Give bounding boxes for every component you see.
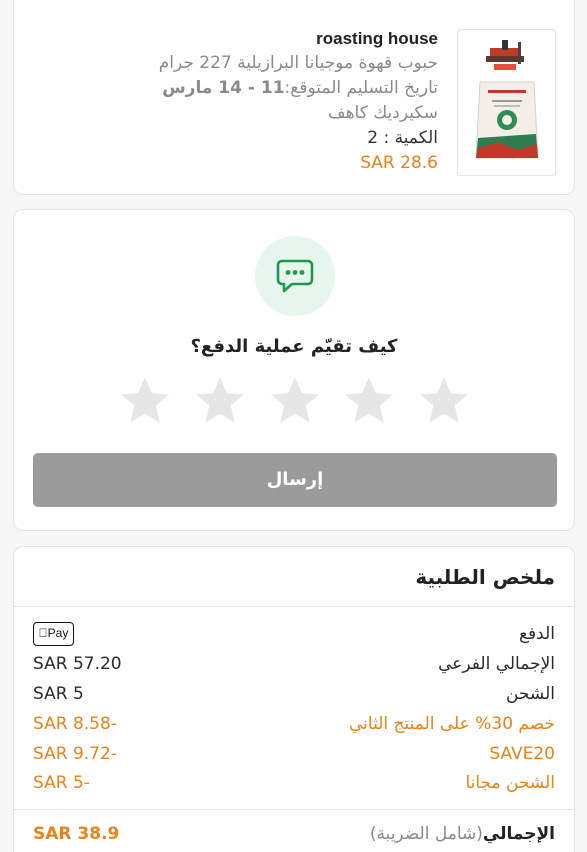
rating-question: كيف تقيّم عملية الدفع؟ [190,336,398,357]
total-tax-note: (شامل الضريبة) [369,824,483,844]
shipping-label: الشحن [506,684,555,704]
product-variant: سكيرديك كاهف [327,103,438,123]
star-icon-3[interactable] [267,373,323,429]
summary-row-discount-second-item: خصم 30% على المنتج الثاني SAR 8.58- [33,710,555,738]
delivery-label: تاريخ التسليم المتوقع: [284,78,438,98]
divider [14,606,574,607]
subtotal-label: الإجمالي الفرعي [438,654,555,674]
product-name[interactable]: حبوب قهوة موجيانا البرازيلية 227 جرام [38,51,438,76]
delivery-date: 11 - 14 مارس [162,78,285,98]
total-value: SAR 38.9 [33,824,120,844]
summary-row-payment: الدفع Pay [33,620,555,648]
delivery-estimate: تاريخ التسليم المتوقع:11 - 14 مارس [38,76,438,101]
free-shipping-value: SAR 5- [33,773,90,793]
summary-row-coupon: SAVE20 SAR 9.72- [33,740,555,768]
summary-row-total: الإجمالي(شامل الضريبة) SAR 38.9 [33,820,555,848]
product-quantity: الكمية : 2 [367,128,438,148]
subtotal-value: SAR 57.20 [33,654,122,674]
product-brand[interactable]: roasting house [38,27,438,51]
shipping-value: SAR 5 [33,684,84,704]
chat-bubble-icon [276,259,314,293]
summary-row-free-shipping: الشحن مجانا SAR 5- [33,769,555,797]
star-icon-5[interactable] [416,373,472,429]
star-icon-1[interactable] [117,373,173,429]
discount-second-item-value: SAR 8.58- [33,714,117,734]
chat-bubble-badge [255,236,335,316]
star-icon-4[interactable] [341,373,397,429]
order-summary-title: ملخص الطلبية [415,565,555,589]
order-summary-card: ملخص الطلبية الدفع Pay الإجمالي الفرعي … [13,546,575,852]
divider [14,809,574,810]
submit-rating-button[interactable]: إرسال [33,453,557,507]
coupon-discount-value: SAR 9.72- [33,744,117,764]
star-rating [117,373,472,433]
summary-row-subtotal: الإجمالي الفرعي SAR 57.20 [33,650,555,678]
product-thumbnail[interactable] [457,29,556,176]
total-label-group: الإجمالي(شامل الضريبة) [370,820,555,848]
summary-row-shipping: الشحن SAR 5 [33,680,555,708]
star-icon-2[interactable] [192,373,248,429]
payment-label: الدفع [518,624,555,644]
order-item-card: roasting house حبوب قهوة موجيانا البرازي… [13,0,575,195]
apple-logo-icon:  [39,626,48,640]
product-details: roasting house حبوب قهوة موجيانا البرازي… [38,27,438,175]
coffee-bag-image [475,40,539,159]
apple-pay-icon: Pay [33,622,74,646]
product-price: SAR 28.6 [360,153,438,173]
coupon-code-label: SAVE20 [489,744,555,764]
discount-second-item-label: خصم 30% على المنتج الثاني [349,714,555,734]
checkout-rating-card: كيف تقيّم عملية الدفع؟ إرسال [13,209,575,531]
apple-pay-text: Pay [43,626,69,640]
free-shipping-label: الشحن مجانا [465,773,555,793]
total-label: الإجمالي [482,824,555,844]
